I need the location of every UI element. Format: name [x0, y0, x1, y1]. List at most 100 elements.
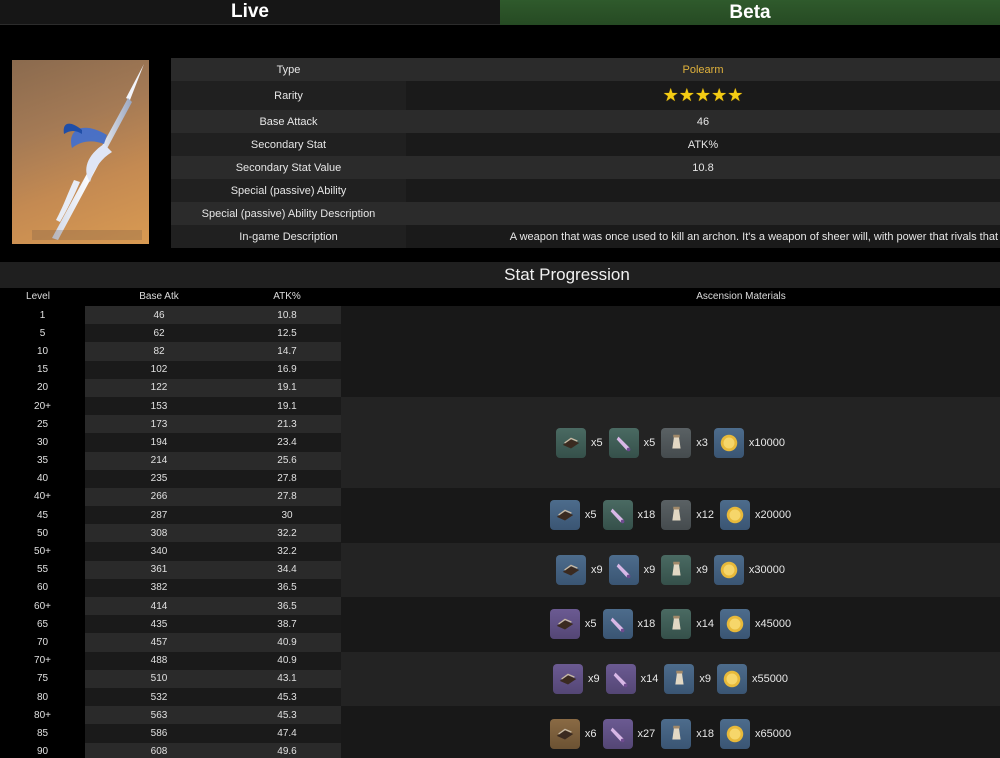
common-drop-icon — [661, 609, 692, 640]
level-cell: 5 — [0, 324, 85, 343]
level-cell: 70+ — [0, 651, 85, 670]
ascension-block: x5 x5 x3 x10000 — [341, 397, 1000, 488]
material-quantity: x18 — [637, 509, 656, 522]
material-item[interactable]: x18 — [661, 718, 715, 749]
substat-cell: 27.8 — [233, 469, 341, 488]
tab-live[interactable]: Live — [0, 0, 500, 25]
base-atk-cell: 435 — [85, 615, 233, 634]
material-quantity: x5 — [591, 436, 603, 449]
table-row: 30 194 23.4 — [0, 433, 341, 452]
stat-table-body: 1 46 10.8 5 62 12.5 10 82 14.7 15 102 16.9 20 122 19.1… — [0, 306, 341, 758]
info-value — [406, 202, 1000, 225]
table-row: 35 214 25.6 — [0, 451, 341, 470]
table-row: 20+ 153 19.1 — [0, 396, 341, 416]
base-atk-cell: 287 — [85, 506, 233, 525]
substat-cell: 10.8 — [233, 306, 341, 325]
level-cell: 25 — [0, 415, 85, 434]
material-item[interactable]: x45000 — [720, 609, 791, 640]
info-label: Secondary Stat — [171, 133, 406, 156]
material-quantity: x55000 — [751, 673, 789, 686]
material-item[interactable]: x27 — [602, 718, 655, 749]
table-row: 10 82 14.7 — [0, 342, 341, 361]
material-item[interactable]: x9 — [661, 554, 708, 585]
table-row: 85 586 47.4 — [0, 724, 341, 743]
base-atk-cell: 414 — [85, 597, 233, 616]
level-cell: 80 — [0, 687, 85, 707]
material-quantity: x14 — [696, 618, 715, 631]
table-row: 40 235 27.8 — [0, 469, 341, 488]
elite-drop-icon — [605, 664, 636, 695]
ascension-block: x5 x18 x14 x45000 — [341, 597, 1000, 652]
base-atk-cell: 563 — [85, 706, 233, 725]
material-item[interactable]: x65000 — [720, 718, 791, 749]
elite-drop-icon — [608, 427, 639, 458]
column-header-base-atk: Base Atk — [139, 291, 179, 302]
substat-cell: 21.3 — [233, 415, 341, 434]
material-item[interactable]: x30000 — [713, 554, 785, 585]
section-title: Stat Progression — [504, 265, 630, 284]
table-row: 50+ 340 32.2 — [0, 542, 341, 561]
material-quantity: x9 — [643, 563, 656, 576]
table-row: 20 122 19.1 — [0, 378, 341, 397]
level-cell: 35 — [0, 451, 85, 470]
material-quantity: x18 — [696, 727, 715, 740]
info-label: Special (passive) Ability — [171, 179, 406, 202]
material-item[interactable]: x5 — [549, 500, 597, 531]
weapon-material-icon — [549, 609, 580, 640]
elite-drop-icon — [602, 718, 633, 749]
level-cell: 50+ — [0, 542, 85, 561]
substat-cell: 19.1 — [233, 378, 341, 397]
level-cell: 10 — [0, 342, 85, 361]
info-row-ability: Special (passive) Ability — [171, 179, 1000, 202]
info-label: Base Attack — [171, 110, 406, 133]
tab-beta[interactable]: Beta — [500, 0, 1000, 25]
material-item[interactable]: x18 — [602, 609, 655, 640]
level-cell: 40 — [0, 469, 85, 488]
weapon-material-icon — [549, 500, 580, 531]
material-item[interactable]: x14 — [661, 609, 715, 640]
table-row: 70+ 488 40.9 — [0, 651, 341, 670]
table-row: 60 382 36.5 — [0, 578, 341, 597]
material-item[interactable]: x18 — [602, 500, 656, 531]
material-item[interactable]: x5 — [608, 427, 655, 458]
common-drop-icon — [661, 718, 692, 749]
base-atk-cell: 608 — [85, 742, 233, 758]
substat-cell: 45.3 — [233, 706, 341, 725]
substat-cell: 36.5 — [233, 578, 341, 597]
material-item[interactable]: x10000 — [713, 427, 785, 458]
level-cell: 1 — [0, 306, 85, 325]
table-row: 45 287 30 — [0, 506, 341, 525]
material-item[interactable]: x9 — [556, 554, 603, 585]
base-atk-cell: 153 — [85, 396, 233, 416]
material-item[interactable]: x6 — [549, 718, 597, 749]
base-atk-cell: 46 — [85, 306, 233, 325]
info-row-base-attack: Base Attack 46 — [171, 110, 1000, 133]
material-item[interactable]: x5 — [556, 427, 603, 458]
common-drop-icon — [661, 427, 692, 458]
info-label: Type — [171, 58, 406, 81]
info-value: Polearm — [406, 58, 1000, 81]
info-row-ingame-description: In-game Description A weapon that was on… — [171, 225, 1000, 248]
base-atk-cell: 488 — [85, 651, 233, 670]
base-atk-cell: 173 — [85, 415, 233, 434]
level-cell: 70 — [0, 633, 85, 652]
mora-coin-icon — [713, 554, 744, 585]
material-item[interactable]: x12 — [661, 500, 714, 531]
material-item[interactable]: x9 — [664, 664, 711, 695]
level-cell: 65 — [0, 615, 85, 634]
substat-cell: 38.7 — [233, 615, 341, 634]
material-item[interactable]: x5 — [549, 609, 597, 640]
info-row-ability-description: Special (passive) Ability Description — [171, 202, 1000, 225]
material-item[interactable]: x14 — [605, 664, 658, 695]
info-row-secondary-stat: Secondary Stat ATK% — [171, 133, 1000, 156]
material-item[interactable]: x9 — [608, 554, 656, 585]
material-item[interactable]: x55000 — [716, 664, 789, 695]
column-header-level: Level — [26, 291, 50, 302]
substat-cell: 47.4 — [233, 724, 341, 743]
info-label: Rarity — [171, 81, 406, 110]
material-item[interactable]: x9 — [552, 664, 600, 695]
table-row: 80+ 563 45.3 — [0, 706, 341, 725]
material-item[interactable]: x20000 — [720, 500, 791, 531]
info-label: In-game Description — [171, 225, 406, 248]
material-item[interactable]: x3 — [661, 427, 708, 458]
